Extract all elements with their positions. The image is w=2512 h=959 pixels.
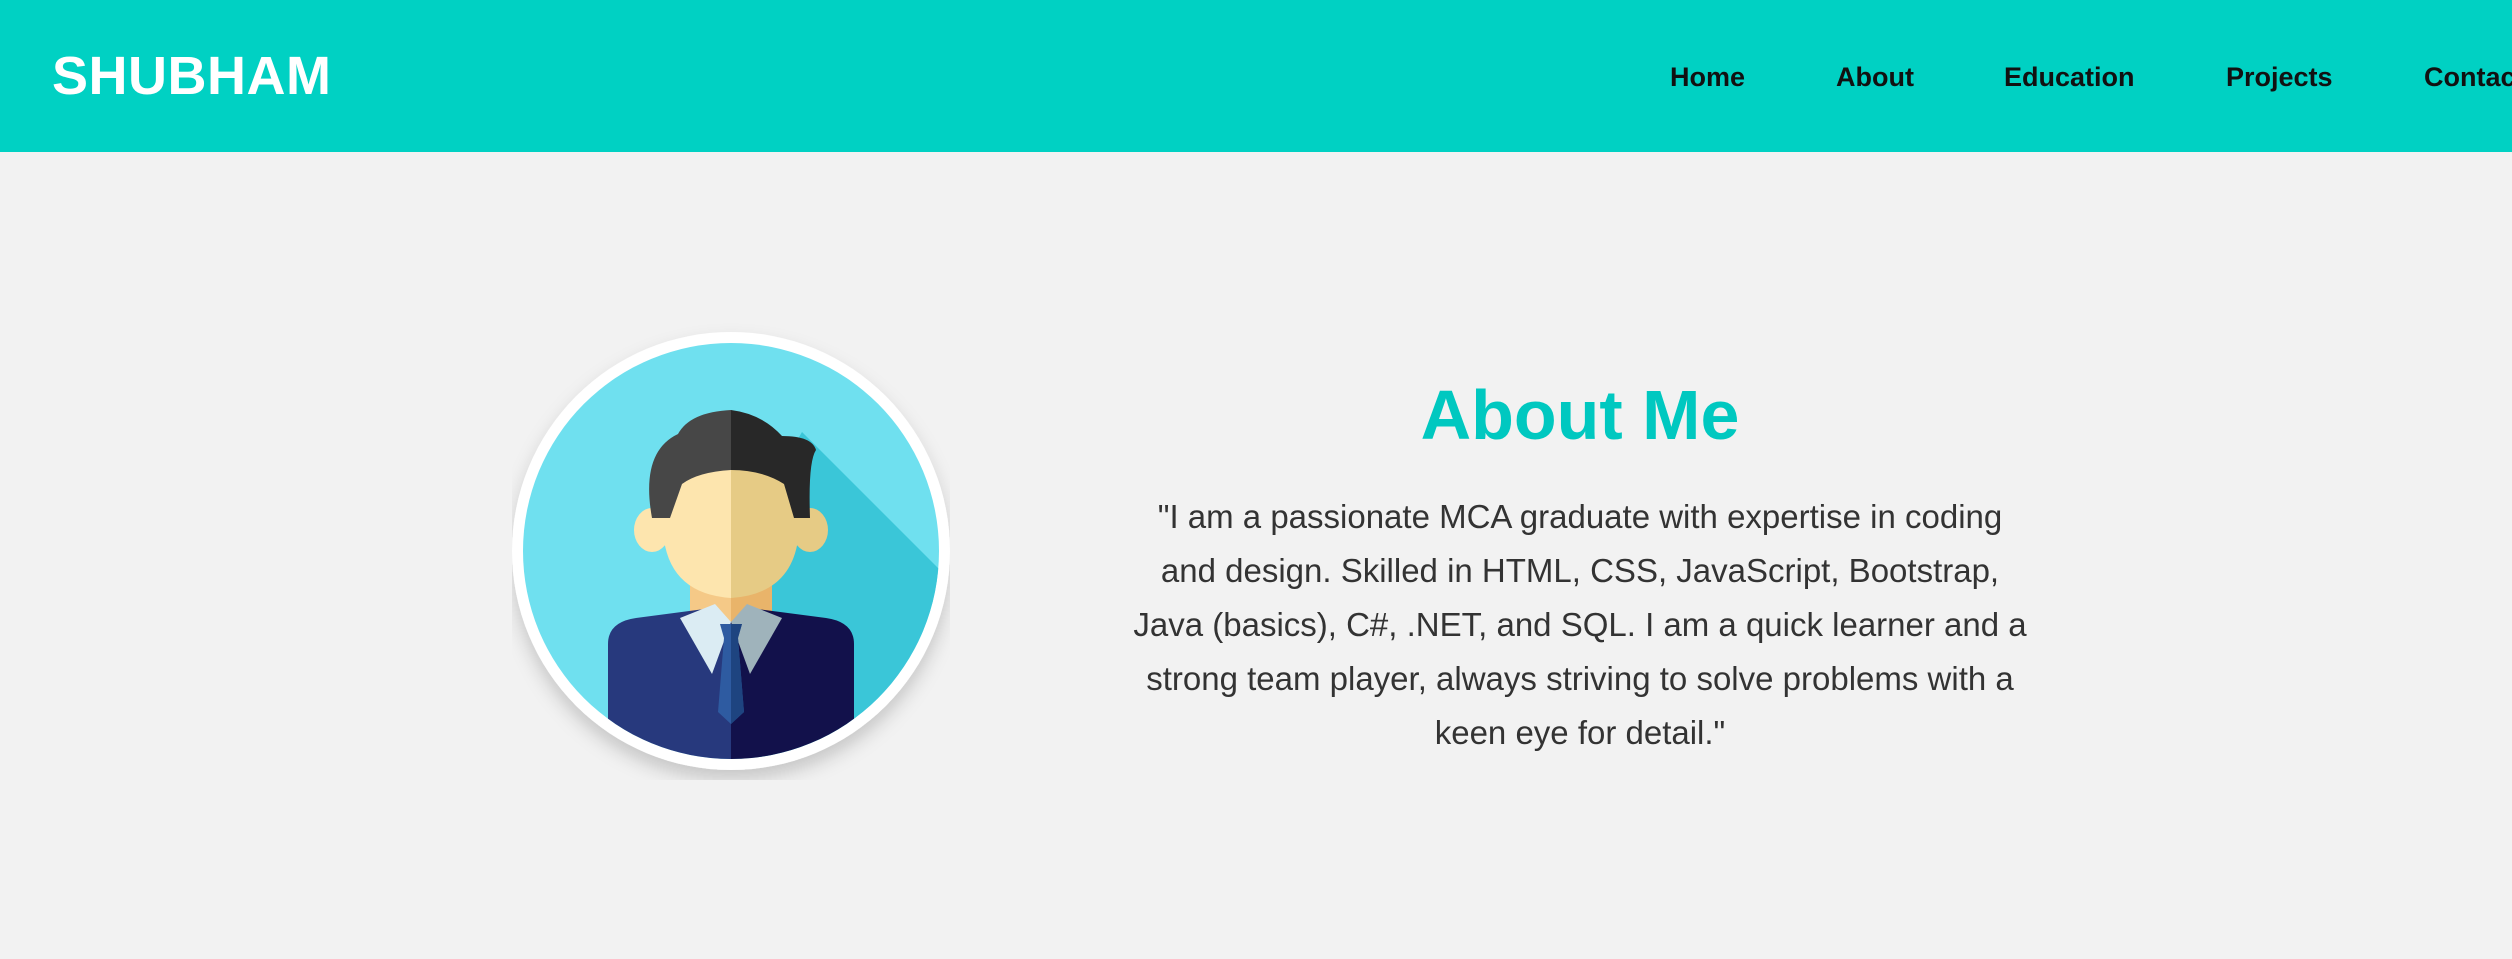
nav-link-about[interactable]: About (1836, 60, 1914, 94)
about-title: About Me (1420, 376, 1740, 454)
nav-menu: Home About Education Projects Contact (0, 60, 2512, 94)
navbar: SHUBHAM Home About Education Projects Co… (0, 0, 2512, 152)
about-description: "I am a passionate MCA graduate with exp… (1133, 498, 2027, 751)
nav-link-contact[interactable]: Contact (2424, 60, 2512, 94)
nav-link-home[interactable]: Home (1670, 60, 1745, 94)
nav-link-education[interactable]: Education (2004, 60, 2135, 94)
nav-link-projects[interactable]: Projects (2226, 60, 2333, 94)
user-avatar-icon (512, 332, 950, 770)
profile-avatar (512, 322, 950, 780)
